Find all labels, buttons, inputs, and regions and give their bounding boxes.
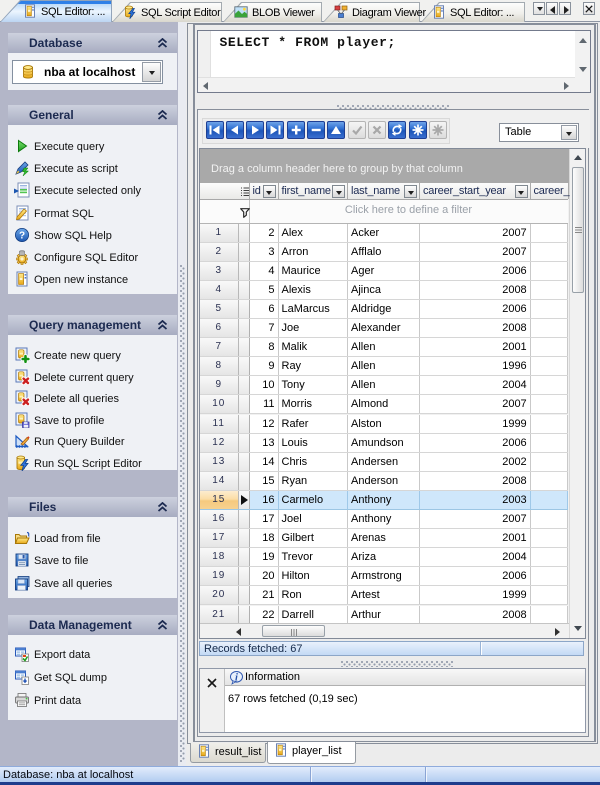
svg-text:i: i xyxy=(235,672,238,683)
svg-text:?: ? xyxy=(19,230,25,241)
